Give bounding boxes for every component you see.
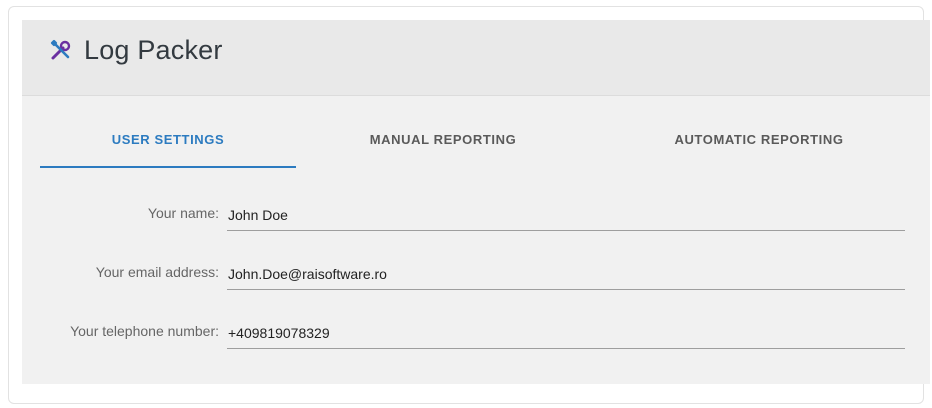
phone-label: Your telephone number: — [70, 323, 219, 339]
tab-user-settings[interactable]: USER SETTINGS — [40, 118, 296, 168]
email-label: Your email address: — [95, 264, 219, 280]
app-title: Log Packer — [84, 35, 223, 65]
title-bar: Log Packer — [22, 20, 930, 96]
tab-manual-reporting[interactable]: MANUAL REPORTING — [338, 118, 548, 166]
name-field[interactable] — [227, 199, 905, 231]
tab-label: MANUAL REPORTING — [369, 132, 517, 147]
tab-label: USER SETTINGS — [111, 132, 225, 147]
phone-field[interactable] — [227, 317, 905, 349]
name-row: Your name: — [22, 199, 930, 233]
tab-bar: USER SETTINGS MANUAL REPORTING AUTOMATIC… — [40, 118, 912, 168]
tab-automatic-reporting[interactable]: AUTOMATIC REPORTING — [646, 118, 872, 166]
name-label: Your name: — [147, 205, 219, 221]
log-packer-window: Log Packer USER SETTINGS MANUAL REPORTIN… — [22, 20, 930, 384]
email-row: Your email address: — [22, 258, 930, 292]
tools-icon — [50, 39, 71, 60]
tab-label: AUTOMATIC REPORTING — [674, 132, 844, 147]
phone-row: Your telephone number: — [22, 317, 930, 351]
email-field[interactable] — [227, 258, 905, 290]
